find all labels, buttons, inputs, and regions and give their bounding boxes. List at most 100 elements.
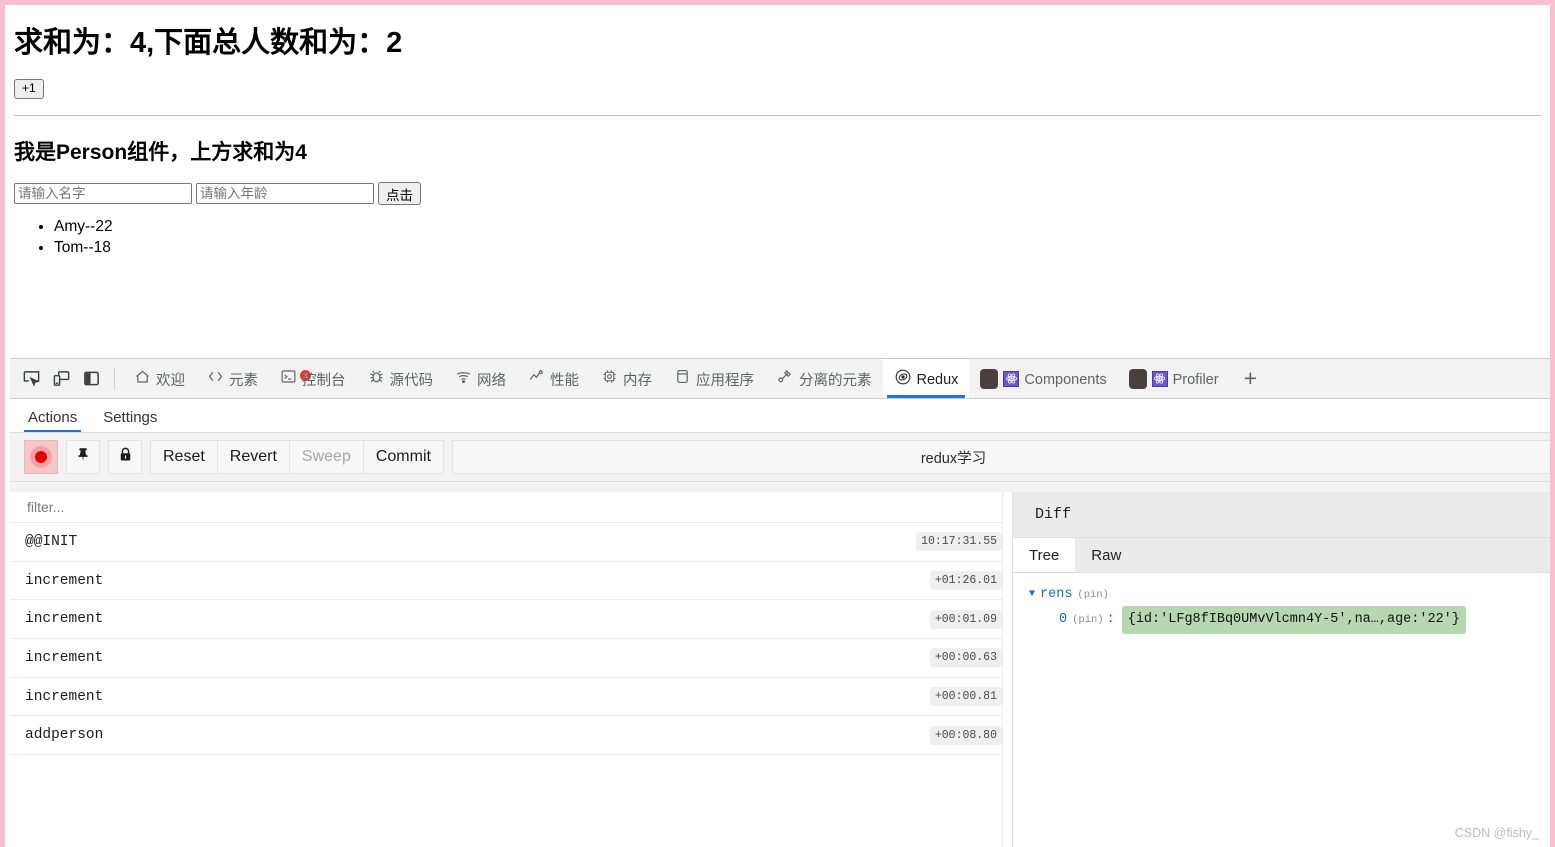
- react-profiler-icon: [1151, 370, 1168, 387]
- section-divider: [14, 115, 1541, 117]
- action-timestamp: +00:01.09: [929, 609, 1002, 629]
- sweep-button[interactable]: Sweep: [288, 440, 364, 474]
- action-name: increment: [25, 649, 104, 666]
- tab-redux[interactable]: Redux: [882, 359, 970, 398]
- record-button[interactable]: [24, 440, 58, 474]
- tab-label: 源代码: [389, 373, 434, 389]
- react-components-icon: [1003, 370, 1020, 387]
- actions-scrollbar[interactable]: [1002, 492, 1012, 847]
- tab-detached-elements[interactable]: 分离的元素: [765, 359, 883, 398]
- tab-label: Profiler: [1172, 371, 1219, 388]
- pin-button[interactable]: [66, 440, 100, 474]
- age-input[interactable]: [196, 183, 374, 205]
- home-icon: [134, 368, 151, 389]
- subtab-settings[interactable]: Settings: [99, 409, 161, 432]
- tree-child-separator: :: [1106, 612, 1115, 627]
- tab-label: Components: [1024, 371, 1107, 388]
- tree-node-pin[interactable]: (pin): [1077, 584, 1109, 606]
- action-name: increment: [25, 572, 104, 589]
- device-toolbar-icon[interactable]: [46, 364, 76, 394]
- tab-elements[interactable]: 元素: [196, 359, 269, 398]
- wifi-icon: [455, 368, 472, 389]
- redux-toolbar: Reset Revert Sweep Commit redux学习: [10, 433, 1555, 482]
- table-row[interactable]: increment +01:26.01: [10, 561, 1012, 601]
- toolbar-divider: [114, 367, 115, 390]
- table-row[interactable]: addperson +00:08.80: [10, 716, 1012, 756]
- action-name: @@INIT: [25, 533, 78, 550]
- tree-node-key: rens: [1040, 587, 1073, 602]
- revert-button[interactable]: Revert: [216, 440, 290, 474]
- list-item: Tom--18: [54, 237, 1550, 258]
- tree-child-value: {id:'LFg8fIBq0UMvVlcmn4Y-5',na…,age:'22'…: [1121, 606, 1466, 634]
- tab-label: 欢迎: [156, 373, 185, 389]
- performance-icon: [528, 368, 545, 389]
- person-list: Amy--22 Tom--18: [5, 216, 1550, 258]
- actions-pane: @@INIT 10:17:31.55 increment +01:26.01 i…: [10, 492, 1013, 847]
- submit-person-button[interactable]: 点击: [378, 182, 421, 206]
- diff-subtab-bar: Tree Raw: [1013, 538, 1555, 573]
- redux-body: @@INIT 10:17:31.55 increment +01:26.01 i…: [10, 492, 1555, 847]
- table-row[interactable]: @@INIT 10:17:31.55: [10, 523, 1012, 562]
- tab-profiler[interactable]: Profiler: [1118, 359, 1230, 398]
- tab-application[interactable]: 应用程序: [663, 359, 765, 398]
- dock-panel-icon[interactable]: [76, 364, 106, 394]
- instance-title: redux学习: [920, 450, 987, 467]
- table-row[interactable]: increment +00:00.63: [10, 639, 1012, 678]
- tab-label: 内存: [623, 373, 652, 389]
- redux-icon: [894, 368, 912, 390]
- tab-label: Redux: [916, 371, 959, 388]
- tree-node-root[interactable]: ▼ rens (pin): [1029, 584, 1555, 606]
- chevron-down-icon[interactable]: ▼: [1029, 584, 1035, 606]
- bug-icon: [368, 368, 385, 389]
- tab-components[interactable]: Components: [969, 359, 1117, 398]
- tree-node-child[interactable]: 0 (pin) : {id:'LFg8fIBq0UMvVlcmn4Y-5',na…: [1059, 606, 1555, 634]
- diff-tab-tree[interactable]: Tree: [1013, 538, 1076, 572]
- tab-network[interactable]: 网络: [444, 359, 517, 398]
- react-tab-thumbnail: [1128, 368, 1147, 389]
- action-name: increment: [25, 688, 104, 705]
- table-row[interactable]: increment +00:00.81: [10, 677, 1012, 717]
- sum-heading: 求和为：4,下面总人数和为：2: [14, 27, 403, 59]
- tab-sources[interactable]: 源代码: [357, 359, 445, 398]
- lock-button[interactable]: [108, 440, 142, 474]
- inspected-page-highlight-frame: 求和为：4,下面总人数和为：2 +1 我是Person组件，上方求和为4 点击 …: [0, 0, 1555, 847]
- add-tab-button[interactable]: +: [1230, 367, 1271, 390]
- tab-welcome[interactable]: 欢迎: [123, 359, 196, 398]
- tab-performance[interactable]: 性能: [517, 359, 590, 398]
- action-timestamp: +00:00.81: [929, 687, 1002, 707]
- increment-button[interactable]: +1: [14, 79, 44, 100]
- web-page-viewport: 求和为：4,下面总人数和为：2 +1 我是Person组件，上方求和为4 点击 …: [5, 5, 1550, 353]
- tab-memory[interactable]: 内存: [590, 359, 663, 398]
- instance-selector[interactable]: redux学习: [451, 440, 1555, 474]
- tab-label: 控制台: [302, 373, 346, 389]
- name-input[interactable]: [14, 183, 192, 205]
- react-tab-thumbnail: [980, 368, 999, 389]
- action-timestamp: +00:00.63: [929, 648, 1002, 668]
- pin-icon: [74, 446, 92, 469]
- record-icon: [30, 446, 52, 468]
- reset-button[interactable]: Reset: [150, 440, 218, 474]
- filter-input[interactable]: [25, 498, 425, 516]
- action-timestamp: 10:17:31.55: [916, 532, 1002, 552]
- action-name: increment: [25, 611, 104, 628]
- tab-label: 元素: [229, 373, 258, 389]
- devtools-tabbar: 欢迎 元素 x 控制台 源代码 网络 性能 内存 应用程序 分离的元素 Redu…: [10, 359, 1555, 399]
- action-timestamp: +01:26.01: [929, 571, 1002, 591]
- table-row[interactable]: increment +00:01.09: [10, 600, 1012, 640]
- tree-child-pin[interactable]: (pin): [1072, 608, 1104, 632]
- detached-elements-icon: [776, 368, 794, 389]
- inspect-element-icon[interactable]: [16, 364, 46, 394]
- tab-label: 分离的元素: [799, 373, 872, 389]
- action-timestamp: +00:08.80: [929, 725, 1002, 745]
- commit-button[interactable]: Commit: [362, 440, 444, 474]
- tab-console[interactable]: x 控制台: [269, 359, 357, 398]
- subtab-actions[interactable]: Actions: [24, 409, 82, 432]
- person-heading: 我是Person组件，上方求和为4: [14, 141, 307, 165]
- tab-label: 网络: [477, 373, 506, 389]
- diff-tree: ▼ rens (pin) 0 (pin) : {id:'LFg8fIBq0UMv…: [1013, 573, 1555, 847]
- diff-tab-raw[interactable]: Raw: [1075, 538, 1137, 572]
- redux-subtab-bar: Actions Settings: [10, 399, 1555, 433]
- memory-chip-icon: [601, 368, 618, 389]
- tab-label: 应用程序: [696, 373, 754, 389]
- watermark: CSDN @fishy_: [1454, 826, 1539, 840]
